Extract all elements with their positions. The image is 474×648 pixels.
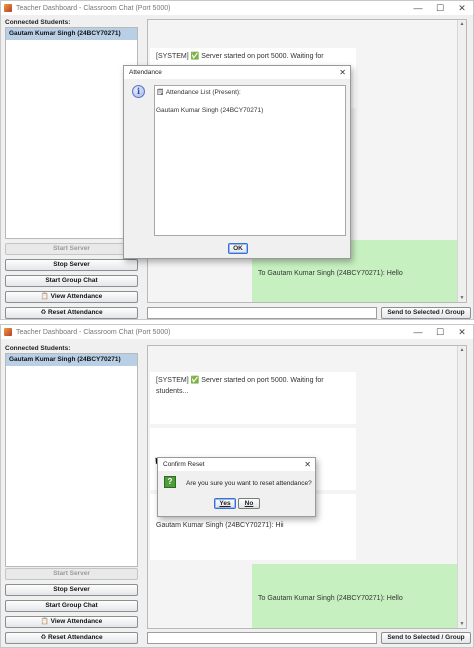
student-list-item[interactable]: Gautam Kumar Singh (24BCY70271) [6, 28, 137, 40]
minimize-button[interactable]: — [407, 325, 429, 339]
message-input[interactable] [147, 632, 377, 644]
confirm-question: Are you sure you want to reset attendanc… [186, 480, 312, 487]
dialog-close-icon[interactable]: ✕ [304, 458, 311, 471]
title-bar[interactable]: Teacher Dashboard - Classroom Chat (Port… [1, 325, 473, 339]
yes-button[interactable]: Yes [214, 498, 236, 509]
reset-attendance-button[interactable]: ♻ Reset Attendance [5, 632, 138, 644]
java-app-icon [4, 328, 12, 336]
chat-message-sent: To Gautam Kumar Singh (24BCY70271): Hell… [252, 564, 458, 628]
view-attendance-label: View Attendance [50, 618, 103, 625]
chat-message: [SYSTEM] ✅ Server started on port 5000. … [150, 372, 356, 424]
reset-attendance-label: Reset Attendance [47, 634, 103, 641]
stop-server-button[interactable]: Stop Server [5, 584, 138, 596]
window-title: Teacher Dashboard - Classroom Chat (Port… [16, 328, 171, 336]
yes-label: Yes [219, 500, 231, 507]
scroll-up-icon[interactable]: ▲ [458, 20, 466, 28]
connected-students-label: Connected Students: [5, 19, 71, 26]
close-button[interactable]: ✕ [451, 1, 473, 15]
view-attendance-button[interactable]: 📋 View Attendance [5, 616, 138, 628]
connected-students-label: Connected Students: [5, 345, 71, 352]
students-list[interactable]: Gautam Kumar Singh (24BCY70271) [5, 27, 138, 239]
start-server-button[interactable]: Start Server [5, 243, 138, 255]
info-icon: i [132, 85, 145, 98]
no-label: No [244, 500, 254, 507]
reset-attendance-label: Reset Attendance [47, 309, 103, 316]
start-server-button[interactable]: Start Server [5, 568, 138, 580]
start-group-chat-label: Start Group Chat [45, 277, 98, 284]
teacher-dashboard-window-1: Teacher Dashboard - Classroom Chat (Port… [0, 0, 474, 320]
scroll-up-icon[interactable]: ▲ [458, 346, 466, 354]
start-group-chat-label: Start Group Chat [45, 602, 98, 609]
scroll-down-icon[interactable]: ▼ [458, 294, 466, 302]
scroll-down-icon[interactable]: ▼ [458, 620, 466, 628]
chat-scrollbar[interactable]: ▲ ▼ [457, 20, 466, 302]
clipboard-icon: 📋 [40, 293, 51, 300]
reset-icon: ♻ [40, 309, 48, 316]
no-button[interactable]: No [238, 498, 260, 509]
minimize-button[interactable]: — [407, 1, 429, 15]
attendance-dialog: Attendance ✕ i 🗒 Attendance List (Presen… [123, 65, 351, 259]
confirm-reset-dialog: Confirm Reset ✕ ? Are you sure you want … [157, 457, 316, 517]
start-group-chat-button[interactable]: Start Group Chat [5, 275, 138, 287]
attendance-list-text[interactable]: 🗒 Attendance List (Present): Gautam Kuma… [154, 85, 346, 236]
dialog-title: Confirm Reset [158, 458, 315, 471]
view-attendance-button[interactable]: 📋 View Attendance [5, 291, 138, 303]
close-button[interactable]: ✕ [451, 325, 473, 339]
maximize-button[interactable]: ☐ [429, 1, 451, 15]
student-list-item[interactable]: Gautam Kumar Singh (24BCY70271) [6, 354, 137, 366]
reset-icon: ♻ [40, 634, 48, 641]
message-input[interactable] [147, 307, 377, 319]
teacher-dashboard-window-2: Teacher Dashboard - Classroom Chat (Port… [0, 324, 474, 648]
window-title: Teacher Dashboard - Classroom Chat (Port… [16, 4, 171, 12]
ok-button[interactable]: OK [228, 243, 248, 254]
reset-attendance-button[interactable]: ♻ Reset Attendance [5, 307, 138, 319]
maximize-button[interactable]: ☐ [429, 325, 451, 339]
dialog-title: Attendance [124, 66, 350, 79]
clipboard-icon: 📋 [40, 618, 51, 625]
dialog-close-icon[interactable]: ✕ [339, 66, 346, 79]
chat-scrollbar[interactable]: ▲ ▼ [457, 346, 466, 628]
send-button[interactable]: Send to Selected / Group [381, 632, 471, 644]
send-button[interactable]: Send to Selected / Group [381, 307, 471, 319]
start-group-chat-button[interactable]: Start Group Chat [5, 600, 138, 612]
question-icon: ? [164, 476, 176, 488]
java-app-icon [4, 4, 12, 12]
stop-server-button[interactable]: Stop Server [5, 259, 138, 271]
title-bar[interactable]: Teacher Dashboard - Classroom Chat (Port… [1, 1, 473, 15]
students-list[interactable]: Gautam Kumar Singh (24BCY70271) [5, 353, 138, 567]
view-attendance-label: View Attendance [50, 293, 103, 300]
